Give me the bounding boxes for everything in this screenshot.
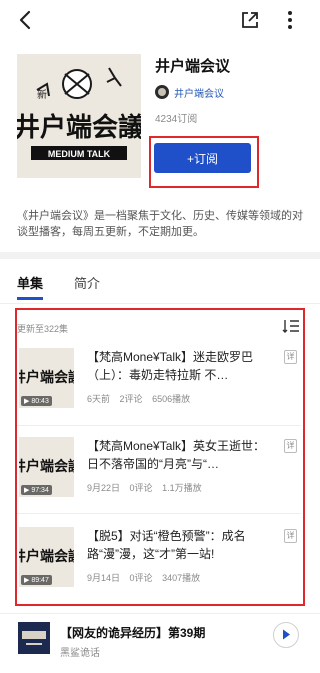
episode-meta: 9月22日 0评论 1.1万播放 [87, 481, 209, 494]
episode-item[interactable]: 井户端会議 ▶ 97:34 【梵高Mone¥Talk】英女王逝世：日不落帝国的“… [17, 437, 301, 521]
player-podcast-name: 黑鲨诡话 [60, 648, 100, 659]
episode-thumbnail: 井户端会議 ▶ 89:47 [19, 527, 74, 587]
episode-plays: 1.1万播放 [162, 483, 202, 493]
svg-text:井户端会議: 井户端会議 [17, 112, 141, 143]
section-divider [0, 252, 320, 259]
podcast-cover: 新 井户端会議 MEDIUM TALK [17, 54, 141, 178]
list-divider [17, 513, 301, 514]
episode-duration: ▶ 80:43 [21, 396, 52, 406]
episode-comments[interactable]: 0评论 [130, 483, 153, 493]
episode-thumbnail: 井户端会議 ▶ 97:34 [19, 437, 74, 497]
episode-title: 【梵高Mone¥Talk】英女王逝世：日不落帝国的“月亮”与“… [87, 439, 266, 471]
episode-duration: ▶ 89:47 [21, 575, 52, 585]
podcast-title: 井户端会议 [155, 58, 231, 75]
episode-comments[interactable]: 2评论 [120, 394, 143, 404]
play-icon [283, 629, 290, 640]
active-tab-indicator [17, 297, 43, 300]
episode-date: 9月22日 [87, 483, 121, 493]
episode-detail-button[interactable]: 详 [284, 529, 297, 543]
episode-meta: 6天前 2评论 6506播放 [87, 392, 197, 405]
episode-date: 9月14日 [87, 573, 121, 583]
podcast-description: 《井户端会议》是一档聚焦于文化、历史、传媒等领域的对谈型播客，每周五更新，不定期… [17, 210, 303, 238]
episode-detail-button[interactable]: 详 [284, 439, 297, 453]
episode-comments[interactable]: 0评论 [130, 573, 153, 583]
more-vertical-icon[interactable] [280, 8, 300, 32]
list-divider [17, 425, 301, 426]
svg-text:井户端会議: 井户端会議 [19, 369, 74, 386]
subscribe-button[interactable]: +订阅 [154, 143, 251, 173]
author-link[interactable]: 井户端会议 [155, 84, 224, 100]
episode-date: 6天前 [87, 394, 111, 404]
episode-title: 【梵高Mone¥Talk】迷走欧罗巴（上）：毒奶走特拉斯 不… [87, 350, 254, 382]
duration-value: 97:34 [31, 487, 49, 494]
episode-update-count: 更新至322集 [17, 324, 69, 334]
episode-title: 【脱5】对话“橙色预警”：成名路“漫”漫，这“才”第一站! [87, 529, 246, 561]
share-icon[interactable] [238, 8, 262, 32]
episode-thumbnail: 井户端会議 ▶ 80:43 [19, 348, 74, 408]
player-episode-title: 【网友的诡异经历】第39期 [60, 626, 206, 640]
subscriber-count: 4234订阅 [155, 114, 198, 125]
tab-intro[interactable]: 简介 [74, 273, 100, 292]
episode-duration: ▶ 97:34 [21, 485, 52, 495]
svg-text:新: 新 [37, 88, 47, 101]
episode-plays: 6506播放 [152, 394, 191, 404]
episode-meta: 9月14日 0评论 3407播放 [87, 571, 207, 584]
episode-detail-button[interactable]: 详 [284, 350, 297, 364]
episode-item[interactable]: 井户端会議 ▶ 89:47 【脱5】对话“橙色预警”：成名路“漫”漫，这“才”第… [17, 527, 301, 611]
svg-text:井户端会議: 井户端会議 [19, 548, 74, 565]
play-button[interactable] [273, 622, 299, 648]
top-bar [0, 0, 320, 38]
duration-value: 89:47 [31, 577, 49, 584]
author-name: 井户端会议 [174, 88, 224, 100]
player-cover [18, 622, 50, 654]
episode-plays: 3407播放 [162, 573, 201, 583]
tab-bar-border [0, 303, 320, 304]
tab-episodes[interactable]: 单集 [17, 273, 43, 292]
back-icon[interactable] [14, 8, 38, 32]
sort-list-icon[interactable] [282, 318, 300, 334]
svg-text:MEDIUM TALK: MEDIUM TALK [48, 149, 111, 159]
duration-value: 80:43 [31, 398, 49, 405]
author-avatar [155, 85, 169, 99]
episode-item[interactable]: 井户端会議 ▶ 80:43 【梵高Mone¥Talk】迷走欧罗巴（上）：毒奶走特… [17, 348, 301, 432]
svg-text:井户端会議: 井户端会議 [19, 458, 74, 475]
mini-player[interactable]: 【网友的诡异经历】第39期 黑鲨诡话 [0, 613, 320, 673]
